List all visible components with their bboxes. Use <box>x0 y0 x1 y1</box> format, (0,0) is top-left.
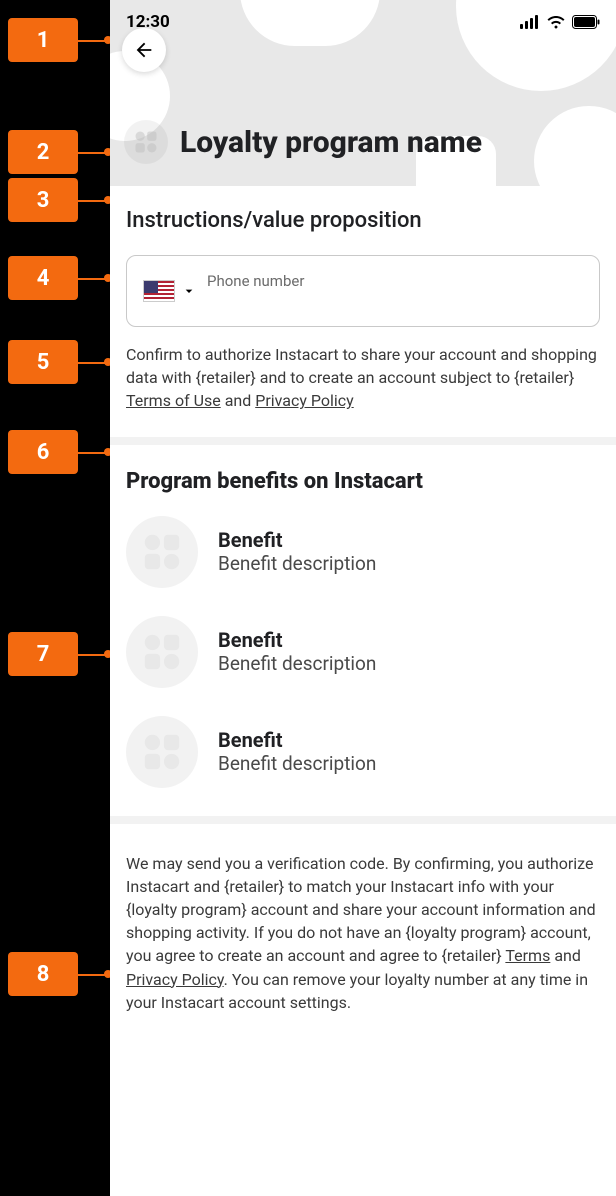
callout-badge: 7 <box>8 632 78 676</box>
status-bar: 12:30 <box>110 0 616 44</box>
callout-badge: 3 <box>8 178 78 222</box>
device-frame: 12:30 Loyalty program name Instructions/… <box>110 0 616 1196</box>
callout-badge: 1 <box>8 18 78 62</box>
program-logo-placeholder-icon <box>124 120 168 164</box>
callout-badge: 4 <box>8 256 78 300</box>
hero-shape <box>534 106 616 186</box>
hero-header: 12:30 Loyalty program name <box>110 0 616 186</box>
benefit-title: Benefit <box>218 628 376 652</box>
back-button[interactable] <box>122 28 166 72</box>
phone-label: Phone number <box>207 272 583 290</box>
annotation-callouts: 12345678 <box>0 0 110 1196</box>
phone-number-field[interactable]: Phone number <box>126 255 600 327</box>
callout-badge: 2 <box>8 130 78 174</box>
instruction-text: Instructions/value proposition <box>126 208 600 233</box>
benefit-placeholder-icon <box>126 516 198 588</box>
status-right <box>520 15 600 29</box>
benefit-item: BenefitBenefit description <box>126 516 600 588</box>
benefit-description: Benefit description <box>218 752 376 775</box>
phone-input[interactable] <box>207 290 583 311</box>
callout-badge: 5 <box>8 340 78 384</box>
fine-print-text: We may send you a verification code. By … <box>126 848 600 1014</box>
cellular-icon <box>520 15 540 29</box>
wifi-icon <box>546 15 566 29</box>
arrow-left-icon <box>133 39 155 61</box>
benefit-title: Benefit <box>218 528 376 552</box>
country-code-selector[interactable] <box>143 280 197 302</box>
benefit-placeholder-icon <box>126 616 198 688</box>
section-divider <box>110 437 616 445</box>
benefits-list: BenefitBenefit descriptionBenefitBenefit… <box>126 516 600 788</box>
flag-us-icon <box>143 280 175 302</box>
benefits-section-title: Program benefits on Instacart <box>126 469 600 494</box>
privacy-policy-link[interactable]: Privacy Policy <box>126 970 224 989</box>
terms-link[interactable]: Terms <box>505 946 550 965</box>
benefit-title: Benefit <box>218 728 376 752</box>
callout-badge: 6 <box>8 430 78 474</box>
benefit-item: BenefitBenefit description <box>126 616 600 688</box>
battery-icon <box>572 15 600 29</box>
callout-badge: 8 <box>8 952 78 996</box>
chevron-down-icon <box>181 283 197 299</box>
benefit-description: Benefit description <box>218 552 376 575</box>
benefit-item: BenefitBenefit description <box>126 716 600 788</box>
page-title: Loyalty program name <box>180 125 482 160</box>
privacy-policy-link[interactable]: Privacy Policy <box>255 391 354 410</box>
benefit-description: Benefit description <box>218 652 376 675</box>
benefit-placeholder-icon <box>126 716 198 788</box>
consent-short-text: Confirm to authorize Instacart to share … <box>126 343 600 413</box>
terms-of-use-link[interactable]: Terms of Use <box>126 391 221 410</box>
section-divider <box>110 816 616 824</box>
